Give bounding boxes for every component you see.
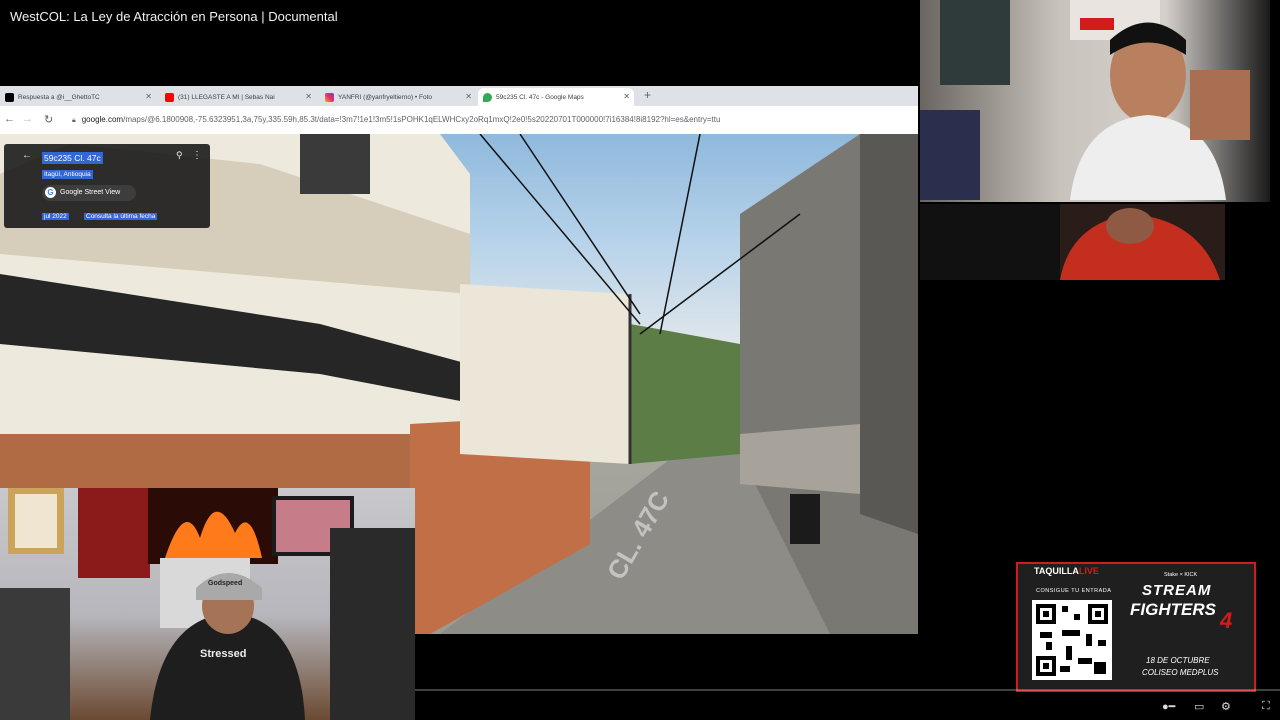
url-host: google.com <box>81 115 124 124</box>
framed-art <box>78 488 150 578</box>
google-icon: G <box>45 187 56 198</box>
url-path: /maps/@6.1800908,-75.6323951,3a,75y,335.… <box>123 115 721 124</box>
shelf <box>330 528 415 720</box>
capture-date-selector[interactable]: jul 2022 <box>42 213 69 220</box>
webcam-secondary <box>920 204 1225 280</box>
bed <box>920 110 980 200</box>
brand-accent: LIVE <box>1078 566 1099 576</box>
reload-icon[interactable]: ↻ <box>44 113 53 126</box>
motorcyclist <box>790 494 820 544</box>
qr-code[interactable] <box>1032 600 1112 680</box>
place-title: 59c235 Cl. 47c <box>42 152 103 164</box>
tab-label: YANFRI (@yanfryeltierno) • Foto <box>338 93 432 101</box>
ad-sponsors: Stake × KICK <box>1164 572 1198 578</box>
close-icon[interactable]: ✕ <box>305 92 312 101</box>
ad-venue: COLISEO MEDPLUS <box>1142 668 1219 677</box>
shirt-text: Stressed <box>200 648 247 660</box>
webcam-guest <box>920 0 1270 202</box>
secondary-scene <box>1060 204 1225 280</box>
close-icon[interactable]: ✕ <box>465 92 472 101</box>
streamer-scene <box>0 488 415 720</box>
ad-brand: TAQUILLALIVE <box>1034 566 1099 576</box>
close-icon[interactable]: ✕ <box>145 92 152 101</box>
tab-google-maps[interactable]: 59c235 Cl. 47c - Google Maps ✕ <box>478 88 634 106</box>
house-mid-left <box>460 284 630 464</box>
lock-icon: 🔒︎ <box>72 117 76 124</box>
fullscreen-icon[interactable]: ⛶ <box>1262 700 1270 713</box>
wall-sticker <box>1080 18 1114 30</box>
tiktok-icon <box>5 92 14 102</box>
youtube-icon <box>165 92 174 102</box>
ad-date: 18 DE OCTUBRE <box>1146 656 1210 665</box>
cap-text: Godspeed <box>208 580 243 587</box>
power-line <box>519 134 641 315</box>
guest-hand <box>1190 70 1250 140</box>
google-maps-icon <box>483 92 492 102</box>
video-progress-bar[interactable] <box>415 689 1280 691</box>
address-bar[interactable]: 🔒︎ google.com/maps/@6.1800908,-75.6323951… <box>72 112 912 128</box>
back-arrow-icon[interactable]: ← <box>4 113 15 125</box>
new-tab-icon[interactable]: + <box>644 88 651 102</box>
place-subtitle: Itagüí, Antioquia <box>42 170 93 179</box>
ad-title-line2: FIGHTERS <box>1130 600 1216 619</box>
instagram-icon <box>325 92 334 102</box>
house-right-wall <box>740 424 860 494</box>
more-vert-icon[interactable]: ⋮ <box>192 150 202 161</box>
window-left <box>300 134 370 194</box>
house-right-dark <box>860 134 918 534</box>
sponsor-ad[interactable]: TAQUILLALIVE CONSIGUE TU ENTRADA Stake ×… <box>1016 562 1256 692</box>
tab-youtube[interactable]: (31) LLEGASTE A MI | Sebas Nai ✕ <box>160 88 316 106</box>
tab-bar: Respuesta a @i__GhettoTC ✕ (31) LLEGASTE… <box>0 86 918 106</box>
trees <box>630 324 740 464</box>
autoplay-toggle-icon[interactable]: ●━ <box>1162 700 1175 713</box>
tab-label: 59c235 Cl. 47c - Google Maps <box>496 93 584 101</box>
tab-label: Respuesta a @i__GhettoTC <box>18 93 100 101</box>
street-view-badge: G Google Street View <box>42 185 136 201</box>
guest-scene <box>920 0 1250 200</box>
forward-arrow-icon[interactable]: → <box>22 113 33 125</box>
street-view-info-panel: ← 59c235 Cl. 47c ⚲ ⋮ Itagüí, Antioquia G… <box>4 144 210 228</box>
framed-photo-inner <box>15 494 57 548</box>
webcam-streamer: Godspeed Stressed <box>0 488 415 720</box>
location-pin-icon[interactable]: ⚲ <box>176 150 183 161</box>
brand-name: TAQUILLA <box>1034 566 1079 576</box>
tab-tiktok[interactable]: Respuesta a @i__GhettoTC ✕ <box>0 88 156 106</box>
tab-label: (31) LLEGASTE A MI | Sebas Nai <box>178 93 275 101</box>
curtain <box>940 0 1010 85</box>
ad-title-line1: STREAM <box>1142 582 1212 599</box>
back-arrow-icon[interactable]: ← <box>22 150 32 161</box>
source-label: Google Street View <box>60 189 121 196</box>
close-icon[interactable]: ✕ <box>623 92 630 101</box>
latest-date-link[interactable]: Consulta la última fecha <box>84 213 158 220</box>
ad-title-number: 4 <box>1220 608 1233 633</box>
video-title: WestCOL: La Ley de Atracción en Persona … <box>10 9 338 24</box>
browser-toolbar: ← → ↻ 🔒︎ google.com/maps/@6.1800908,-75.6… <box>0 106 918 135</box>
gaming-chair-left <box>0 588 70 720</box>
person-head <box>1106 208 1154 244</box>
captions-icon[interactable]: ▭ <box>1194 700 1204 713</box>
tab-instagram[interactable]: YANFRI (@yanfryeltierno) • Foto ✕ <box>320 88 476 106</box>
settings-icon[interactable]: ⚙ <box>1221 700 1231 713</box>
qr-pattern <box>1036 604 1108 676</box>
ad-cta: CONSIGUE TU ENTRADA <box>1036 588 1112 594</box>
